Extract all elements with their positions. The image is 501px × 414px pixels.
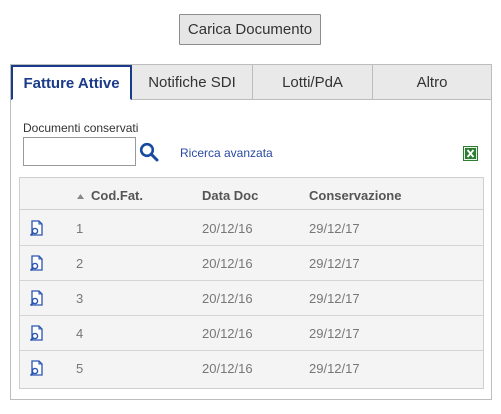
cell-conservazione: 29/12/17 [309,361,360,376]
cell-cod-fat: 2 [76,256,84,271]
documents-table: Cod.Fat. Data Doc Conservazione 1 20/12/… [19,177,484,389]
column-header-cod-fat[interactable]: Cod.Fat. [91,188,143,203]
cell-conservazione: 29/12/17 [309,221,360,236]
table-row[interactable]: 3 20/12/16 29/12/17 [20,281,483,316]
table-row[interactable]: 5 20/12/16 29/12/17 [20,351,483,386]
cell-data-doc: 20/12/16 [202,256,253,271]
sort-ascending-icon[interactable] [77,194,84,199]
cell-data-doc: 20/12/16 [202,326,253,341]
search-icon[interactable] [139,142,159,162]
tab-bar: Fatture Attive Notifiche SDI Lotti/PdA A… [11,65,491,100]
column-header-conservazione[interactable]: Conservazione [309,188,401,203]
cell-data-doc: 20/12/16 [202,291,253,306]
cell-cod-fat: 3 [76,291,84,306]
documents-panel: Fatture Attive Notifiche SDI Lotti/PdA A… [10,64,492,400]
filter-label: Documenti conservati [23,121,139,135]
cell-cod-fat: 1 [76,221,84,236]
document-view-icon[interactable] [29,220,45,237]
cell-conservazione: 29/12/17 [309,326,360,341]
document-view-icon[interactable] [29,255,45,272]
document-view-icon[interactable] [29,360,45,377]
documents-search-input[interactable] [23,137,136,166]
table-header: Cod.Fat. Data Doc Conservazione [20,178,483,210]
cell-conservazione: 29/12/17 [309,291,360,306]
table-row[interactable]: 2 20/12/16 29/12/17 [20,246,483,281]
excel-export-icon[interactable] [463,146,478,161]
column-header-data-doc[interactable]: Data Doc [202,188,258,203]
table-row[interactable]: 4 20/12/16 29/12/17 [20,316,483,351]
tab-fatture-attive[interactable]: Fatture Attive [11,65,132,100]
cell-conservazione: 29/12/17 [309,256,360,271]
cell-data-doc: 20/12/16 [202,361,253,376]
advanced-search-link[interactable]: Ricerca avanzata [180,146,273,160]
tab-notifiche-sdi[interactable]: Notifiche SDI [132,65,253,100]
table-row[interactable]: 1 20/12/16 29/12/17 [20,211,483,246]
cell-cod-fat: 4 [76,326,84,341]
tab-lotti-pda[interactable]: Lotti/PdA [253,65,373,100]
tab-altro[interactable]: Altro [373,65,491,100]
document-view-icon[interactable] [29,290,45,307]
document-view-icon[interactable] [29,325,45,342]
cell-cod-fat: 5 [76,361,84,376]
cell-data-doc: 20/12/16 [202,221,253,236]
upload-document-button[interactable]: Carica Documento [179,14,321,45]
